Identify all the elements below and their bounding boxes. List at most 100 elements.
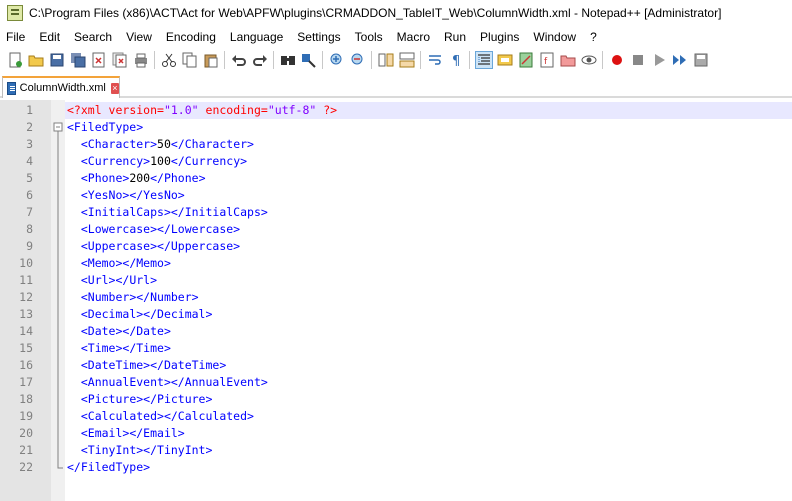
document-map-icon[interactable]: [518, 52, 534, 68]
editor-line[interactable]: 12 <Number></Number>: [0, 289, 792, 306]
editor-line[interactable]: 3 <Character>50</Character>: [0, 136, 792, 153]
line-background: [65, 323, 792, 340]
new-file-icon[interactable]: [7, 52, 23, 68]
code-text: <Picture></Picture>: [67, 391, 213, 408]
toolbar-separator: [322, 50, 323, 69]
menu-macro[interactable]: Macro: [391, 30, 438, 44]
line-number: 11: [19, 273, 33, 287]
editor-line[interactable]: 18 <Picture></Picture>: [0, 391, 792, 408]
zoom-in-icon[interactable]: [329, 52, 345, 68]
token-tag: <YesNo></YesNo>: [80, 188, 185, 202]
token-tag: <TinyInt></TinyInt>: [80, 443, 213, 457]
zoom-out-icon[interactable]: [350, 52, 366, 68]
save-icon[interactable]: [49, 52, 65, 68]
menu-edit[interactable]: Edit: [33, 30, 68, 44]
redo-icon[interactable]: [252, 52, 268, 68]
play-macro-icon[interactable]: [651, 52, 667, 68]
close-tab-icon[interactable]: ×: [110, 82, 119, 94]
notepadpp-app-icon[interactable]: [7, 5, 23, 21]
line-number: 15: [19, 341, 33, 355]
menu-view[interactable]: View: [120, 30, 160, 44]
save-all-icon[interactable]: [70, 52, 86, 68]
show-all-chars-icon[interactable]: ¶: [448, 52, 464, 68]
fold-line: [52, 374, 64, 391]
cut-icon[interactable]: [161, 52, 177, 68]
function-list-icon[interactable]: f: [539, 52, 555, 68]
line-number: 16: [19, 358, 33, 372]
menu-search[interactable]: Search: [68, 30, 120, 44]
token-tag: <InitialCaps></InitialCaps>: [80, 205, 268, 219]
svg-text:¶: ¶: [452, 54, 460, 68]
indent-guide-icon[interactable]: [475, 50, 493, 69]
menu-help[interactable]: ?: [584, 30, 605, 44]
menu-language[interactable]: Language: [224, 30, 291, 44]
menu-plugins[interactable]: Plugins: [474, 30, 527, 44]
editor-line[interactable]: 8 <Lowercase></Lowercase>: [0, 221, 792, 238]
record-macro-icon[interactable]: [609, 52, 625, 68]
monitoring-icon[interactable]: [581, 52, 597, 68]
editor-line[interactable]: 2 <FiledType>: [0, 119, 792, 136]
menu-window[interactable]: Window: [527, 30, 584, 44]
editor-line[interactable]: 7 <InitialCaps></InitialCaps>: [0, 204, 792, 221]
editor-line[interactable]: 15 <Time></Time>: [0, 340, 792, 357]
editor-line[interactable]: 1 <?xml version="1.0" encoding="utf-8" ?>: [0, 102, 792, 119]
editor-line[interactable]: 19 <Calculated></Calculated>: [0, 408, 792, 425]
word-wrap-icon[interactable]: [427, 52, 443, 68]
line-number: 9: [26, 239, 33, 253]
menu-run[interactable]: Run: [438, 30, 474, 44]
line-background: [65, 459, 792, 476]
fold-collapse-icon[interactable]: [52, 119, 64, 136]
close-all-icon[interactable]: [112, 52, 128, 68]
tab-columnwidth-xml[interactable]: ColumnWidth.xml ×: [2, 76, 120, 98]
paste-icon[interactable]: [203, 52, 219, 68]
editor-line[interactable]: 17 <AnnualEvent></AnnualEvent>: [0, 374, 792, 391]
editor-line[interactable]: 13 <Decimal></Decimal>: [0, 306, 792, 323]
editor-line[interactable]: 14 <Date></Date>: [0, 323, 792, 340]
find-icon[interactable]: [280, 52, 296, 68]
save-macro-icon[interactable]: [693, 52, 709, 68]
code-text: <?xml version="1.0" encoding="utf-8" ?>: [67, 102, 337, 119]
undo-icon[interactable]: [231, 52, 247, 68]
sync-vertical-icon[interactable]: [378, 52, 394, 68]
folder-workspace-icon[interactable]: [560, 52, 576, 68]
print-icon[interactable]: [133, 52, 149, 68]
menu-settings[interactable]: Settings: [291, 30, 348, 44]
replace-icon[interactable]: [301, 52, 317, 68]
text-editor[interactable]: 1 <?xml version="1.0" encoding="utf-8" ?>…: [0, 100, 792, 501]
line-background: [65, 272, 792, 289]
editor-line[interactable]: 16 <DateTime></DateTime>: [0, 357, 792, 374]
editor-line[interactable]: 10 <Memo></Memo>: [0, 255, 792, 272]
line-background: [65, 255, 792, 272]
editor-line[interactable]: 20 <Email></Email>: [0, 425, 792, 442]
language-define-icon[interactable]: [497, 52, 513, 68]
code-text: <Date></Date>: [67, 323, 171, 340]
token-tag: </FiledType>: [67, 460, 151, 474]
editor-line[interactable]: 9 <Uppercase></Uppercase>: [0, 238, 792, 255]
run-macro-multiple-icon[interactable]: [672, 52, 688, 68]
line-number: 13: [19, 307, 33, 321]
editor-line[interactable]: 4 <Currency>100</Currency>: [0, 153, 792, 170]
editor-line[interactable]: 22 </FiledType>: [0, 459, 792, 476]
fold-line: [52, 391, 64, 408]
editor-line[interactable]: 5 <Phone>200</Phone>: [0, 170, 792, 187]
line-number: 18: [19, 392, 33, 406]
open-file-icon[interactable]: [28, 52, 44, 68]
editor-line[interactable]: 11 <Url></Url>: [0, 272, 792, 289]
menu-file[interactable]: File: [0, 30, 33, 44]
menu-tools[interactable]: Tools: [349, 30, 391, 44]
sync-horizontal-icon[interactable]: [399, 52, 415, 68]
menu-encoding[interactable]: Encoding: [160, 30, 224, 44]
copy-icon[interactable]: [182, 52, 198, 68]
stop-macro-icon[interactable]: [630, 52, 646, 68]
editor-line[interactable]: 6 <YesNo></YesNo>: [0, 187, 792, 204]
toolbar-separator: [154, 50, 155, 69]
token-tag: <FiledType>: [67, 120, 144, 134]
editor-line[interactable]: 21 <TinyInt></TinyInt>: [0, 442, 792, 459]
close-icon[interactable]: [91, 52, 107, 68]
